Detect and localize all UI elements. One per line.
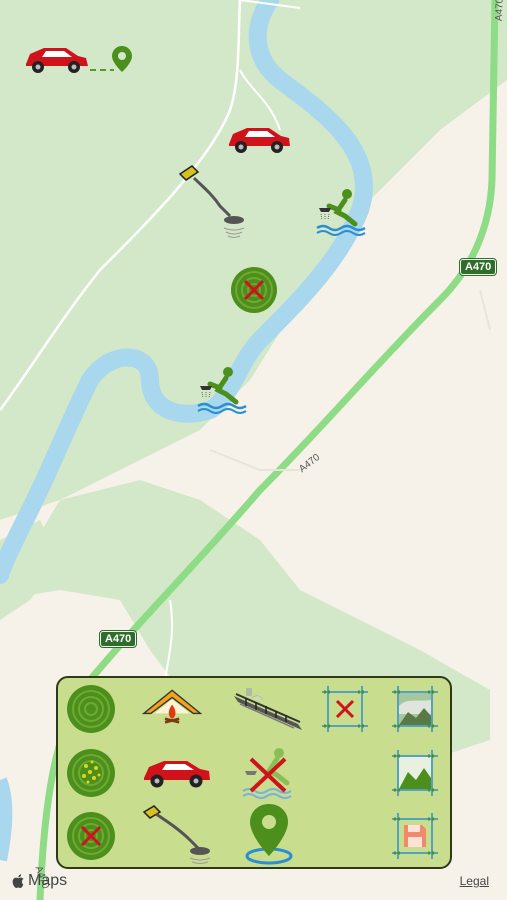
metal-detector-icon bbox=[142, 805, 211, 864]
pin-icon bbox=[112, 46, 132, 72]
car-icon bbox=[26, 48, 88, 73]
save-area-button[interactable] bbox=[384, 808, 446, 864]
no-signal-zone-button[interactable] bbox=[60, 808, 122, 864]
apple-logo-icon bbox=[12, 874, 24, 888]
water-crossed-icon bbox=[242, 748, 292, 799]
frame-photo-icon bbox=[392, 686, 438, 732]
metal-detector-icon[interactable] bbox=[172, 160, 252, 240]
tent-fire-icon bbox=[142, 689, 203, 724]
frame-save-icon bbox=[392, 813, 438, 859]
landscape-area-button[interactable] bbox=[384, 745, 446, 801]
road-name-top-right: A470 bbox=[493, 0, 506, 22]
metal-detector-button[interactable] bbox=[140, 804, 214, 866]
photo-area-button[interactable] bbox=[384, 681, 446, 737]
signal-dots-icon bbox=[67, 749, 115, 797]
frame-x-icon bbox=[322, 686, 368, 732]
bridge-icon bbox=[234, 688, 302, 730]
signal-zone-button[interactable] bbox=[60, 681, 122, 737]
river-lower bbox=[0, 777, 13, 862]
road-shield-top: A470 bbox=[458, 258, 498, 276]
car-route-to-pin-icon[interactable] bbox=[22, 42, 137, 78]
map-pin-icon bbox=[245, 804, 293, 865]
no-signal-zone-icon[interactable] bbox=[230, 266, 278, 314]
parked-car-icon[interactable] bbox=[226, 124, 292, 156]
tool-panel bbox=[56, 676, 452, 869]
finds-zone-button[interactable] bbox=[60, 745, 122, 801]
maps-attribution: Maps bbox=[12, 872, 67, 890]
delete-area-button[interactable] bbox=[314, 681, 376, 737]
location-pin-button[interactable] bbox=[244, 802, 294, 866]
car-button[interactable] bbox=[140, 745, 214, 801]
camp-fire-tent-button[interactable] bbox=[142, 681, 204, 737]
maps-attribution-text: Maps bbox=[28, 872, 68, 889]
river-fishing-icon-upper[interactable] bbox=[315, 188, 367, 236]
river-fishing-icon-lower[interactable] bbox=[196, 366, 248, 414]
no-water-sampling-button[interactable] bbox=[238, 745, 300, 801]
signal-crossed-icon bbox=[67, 812, 115, 860]
minor-road-6 bbox=[479, 289, 491, 331]
frame-landscape-icon bbox=[392, 750, 438, 796]
signal-rings-icon bbox=[67, 685, 115, 733]
car-icon bbox=[144, 761, 210, 788]
road-shield-bottom: A470 bbox=[98, 630, 138, 648]
bridge-button[interactable] bbox=[230, 681, 306, 737]
legal-link[interactable]: Legal bbox=[460, 874, 489, 888]
